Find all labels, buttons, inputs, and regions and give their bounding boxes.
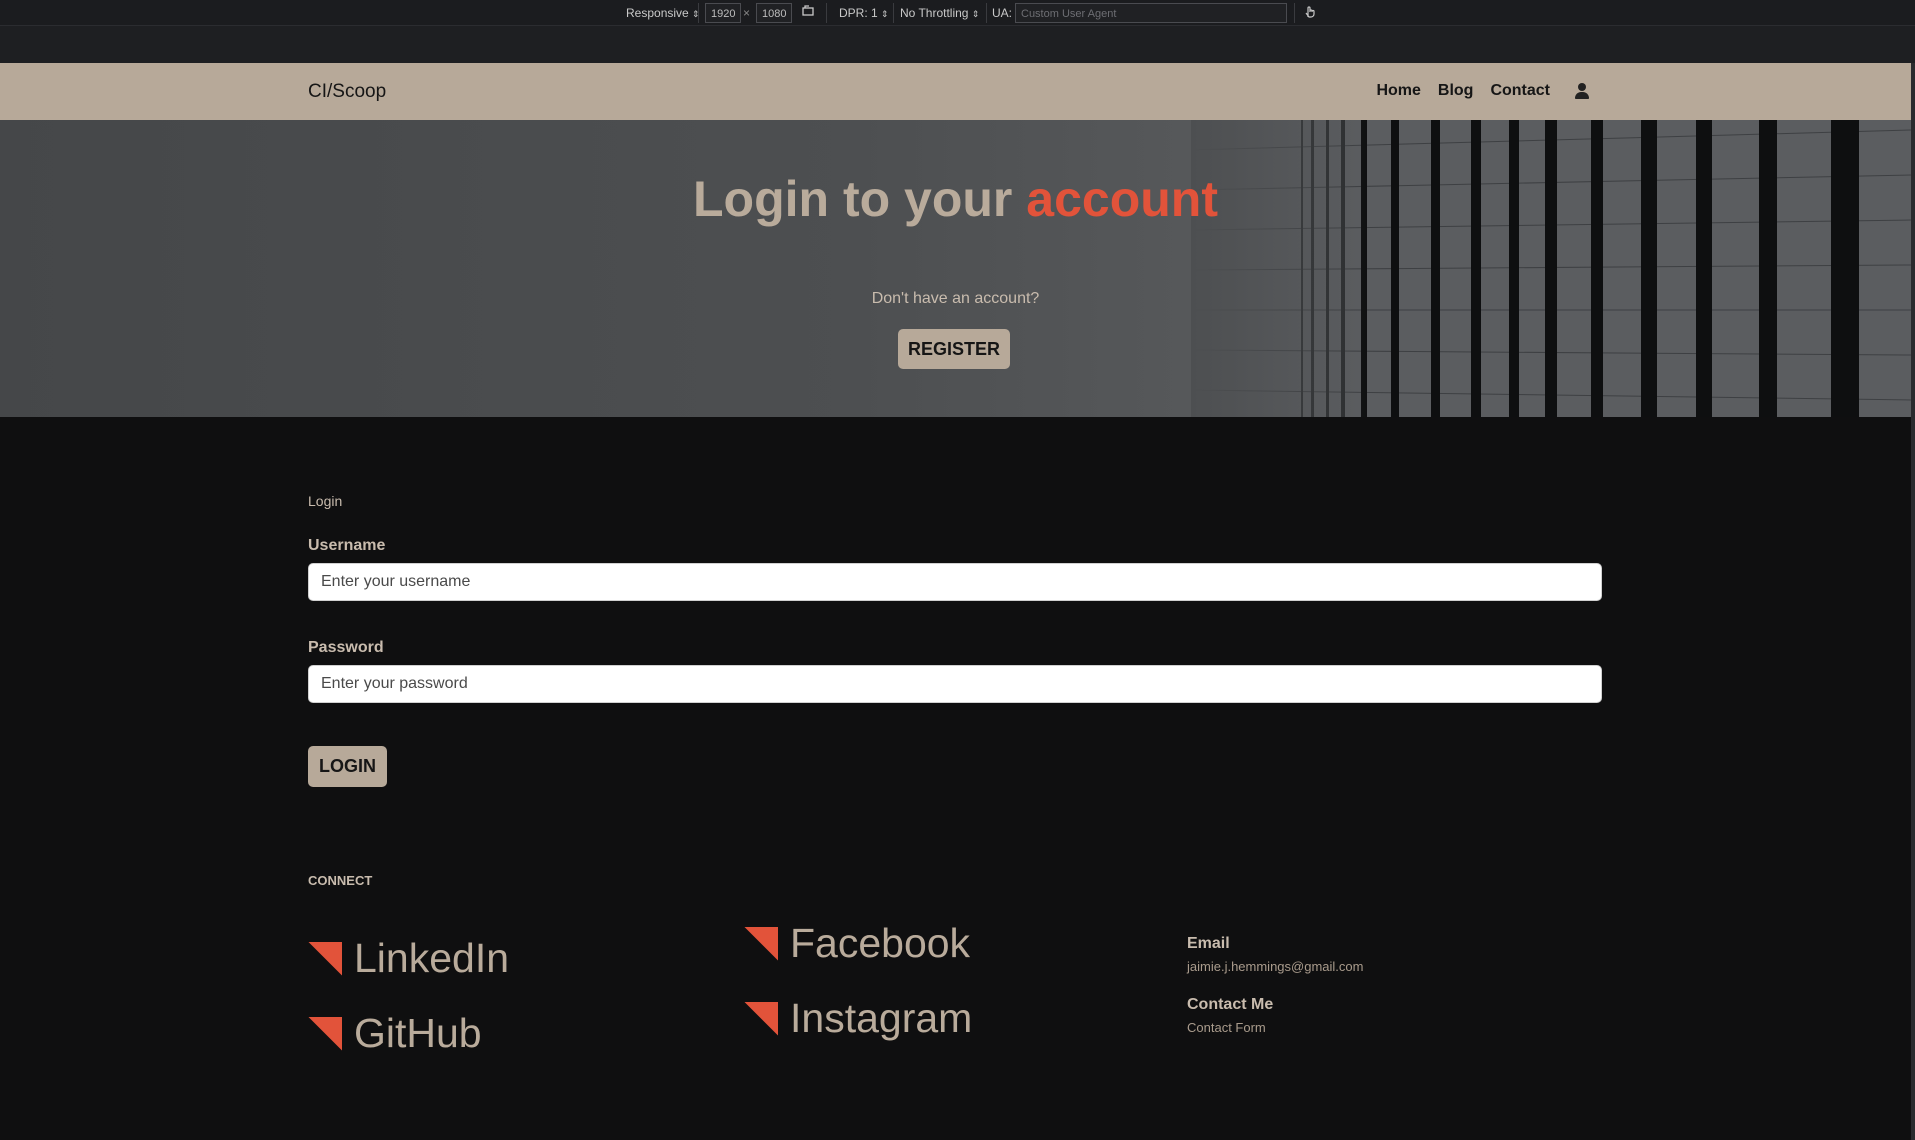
facebook-label: Facebook: [790, 920, 971, 966]
ua-label: UA:: [992, 6, 1013, 20]
password-input[interactable]: [308, 665, 1602, 703]
github-link[interactable]: GitHub: [308, 1010, 482, 1057]
devtools-strip: [0, 26, 1915, 63]
height-input[interactable]: 1080: [756, 3, 793, 23]
divider: [826, 3, 827, 23]
password-label: Password: [308, 639, 384, 656]
contact-block: Contact Me Contact Form: [1187, 996, 1273, 1035]
dpr-label: DPR: 1: [839, 6, 878, 20]
brand-logo[interactable]: CI/Scoop: [308, 81, 386, 103]
width-input[interactable]: 1920: [705, 3, 742, 23]
login-button[interactable]: LOGIN: [308, 746, 387, 787]
navbar: CI/Scoop Home Blog Contact: [0, 63, 1911, 120]
nav-link-blog[interactable]: Blog: [1438, 82, 1474, 100]
email-link[interactable]: jaimie.j.hemmings@gmail.com: [1187, 959, 1363, 974]
triangle-icon: [744, 926, 778, 961]
contact-form-link[interactable]: Contact Form: [1187, 1020, 1273, 1035]
instagram-link[interactable]: Instagram: [744, 995, 972, 1042]
touch-icon[interactable]: [1303, 3, 1317, 23]
throttling-label: No Throttling: [900, 6, 969, 20]
email-block: Email jaimie.j.hemmings@gmail.com: [1187, 935, 1363, 974]
github-label: GitHub: [354, 1010, 482, 1056]
linkedin-label: LinkedIn: [354, 935, 510, 981]
devtools-toolbar: Responsive ⇕ 1920 × 1080 DPR: 1 ⇕ No Thr…: [0, 0, 1915, 26]
nav-links: Home Blog Contact: [1376, 82, 1589, 100]
page-title: Login to your account: [0, 170, 1911, 228]
linkedin-link[interactable]: LinkedIn: [308, 935, 509, 982]
triangle-icon: [744, 1001, 778, 1036]
login-heading: Login: [308, 493, 343, 509]
email-label: Email: [1187, 935, 1230, 952]
title-accent: account: [1026, 171, 1218, 227]
nav-link-contact[interactable]: Contact: [1490, 82, 1550, 100]
building-background-image: [1191, 120, 1911, 417]
device-mode-select[interactable]: Responsive ⇕: [626, 3, 700, 23]
dims-separator: ×: [743, 6, 751, 20]
divider: [698, 3, 699, 23]
viewport-scrollbar[interactable]: [1911, 63, 1915, 1140]
hero-banner: Login to your account Don't have an acco…: [0, 120, 1911, 417]
device-mode-label: Responsive: [626, 6, 689, 20]
register-button[interactable]: REGISTER: [898, 329, 1010, 369]
title-main: Login to your: [693, 171, 1027, 227]
user-icon[interactable]: [1575, 83, 1589, 99]
contact-me-label: Contact Me: [1187, 996, 1274, 1013]
divider: [893, 3, 894, 23]
page-viewport: CI/Scoop Home Blog Contact Login to your…: [0, 63, 1911, 1140]
select-arrows-icon: ⇕: [971, 9, 980, 19]
user-agent-input[interactable]: Custom User Agent: [1015, 3, 1287, 23]
rotate-icon[interactable]: [801, 3, 815, 23]
facebook-link[interactable]: Facebook: [744, 920, 970, 967]
divider: [986, 3, 987, 23]
no-account-text: Don't have an account?: [871, 290, 1040, 307]
instagram-label: Instagram: [790, 995, 973, 1041]
divider: [1294, 3, 1295, 23]
select-arrows-icon: ⇕: [881, 9, 889, 19]
throttling-select[interactable]: No Throttling ⇕: [900, 3, 979, 23]
triangle-icon: [308, 941, 342, 976]
connect-title: CONNECT: [308, 873, 373, 888]
dpr-select[interactable]: DPR: 1 ⇕: [839, 3, 889, 23]
username-label: Username: [308, 537, 386, 554]
nav-link-home[interactable]: Home: [1376, 82, 1420, 100]
triangle-icon: [308, 1016, 342, 1051]
username-input[interactable]: [308, 563, 1602, 601]
